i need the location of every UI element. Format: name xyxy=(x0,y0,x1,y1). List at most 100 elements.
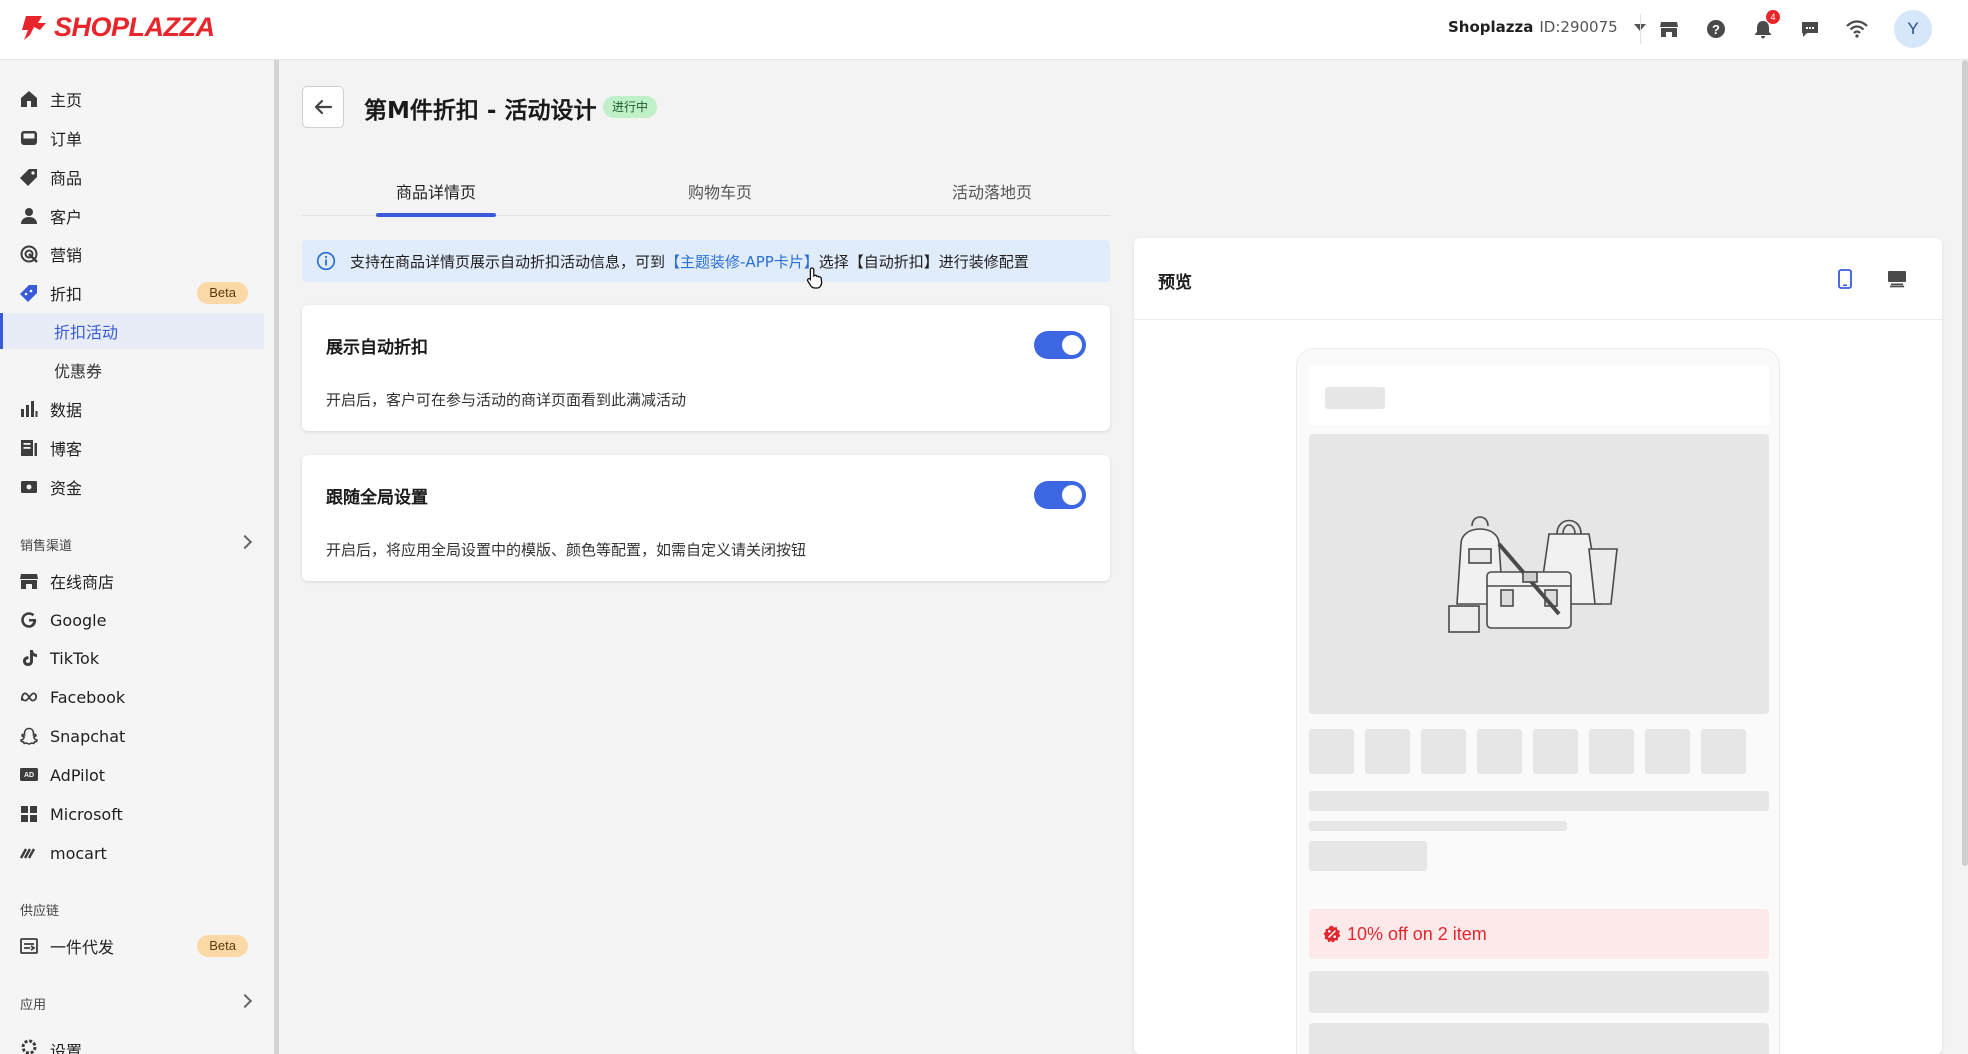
store-name: Shoplazza xyxy=(1448,18,1534,36)
inbox-icon xyxy=(20,129,38,147)
preview-title: 预览 xyxy=(1158,273,1192,293)
sidebar-subitem-coupons[interactable]: 优惠券 xyxy=(0,352,264,388)
mocart-icon xyxy=(20,844,38,862)
hand-cursor-icon xyxy=(806,267,823,289)
card-description: 开启后，客户可在参与活动的商详页面看到此满减活动 xyxy=(326,391,687,409)
shoplazza-logo[interactable]: SHOPLAZZA xyxy=(20,12,215,43)
sidebar-subitem-discount-campaigns[interactable]: 折扣活动 xyxy=(0,313,264,349)
store-id: ID:290075 xyxy=(1539,18,1618,36)
tab-product-detail[interactable]: 商品详情页 xyxy=(376,166,496,217)
sidebar-subitem-label: 优惠券 xyxy=(54,362,103,381)
sidebar-channel-online-store[interactable]: 在线商店 xyxy=(0,563,264,599)
sidebar-item-label: 折扣 xyxy=(50,285,83,304)
svg-text:AD: AD xyxy=(24,772,34,779)
store-switcher[interactable]: Shoplazza ID:290075 xyxy=(1448,18,1646,36)
section-label-apps: 应用 xyxy=(20,998,47,1013)
mobile-icon[interactable] xyxy=(1834,268,1856,290)
page-scrollbar[interactable] xyxy=(1962,60,1968,866)
sidebar-item-orders[interactable]: 订单 xyxy=(0,120,264,156)
chat-icon[interactable] xyxy=(1797,16,1823,42)
thumbnail xyxy=(1421,729,1466,774)
tab-cart[interactable]: 购物车页 xyxy=(660,166,780,216)
sidebar-channel-facebook[interactable]: Facebook xyxy=(0,679,264,715)
wifi-icon[interactable] xyxy=(1844,16,1870,42)
follow-global-settings-card: 跟随全局设置 开启后，将应用全局设置中的模版、颜色等配置，如需自定义请关闭按钮 xyxy=(302,455,1110,581)
snapchat-icon xyxy=(20,727,38,745)
bell-icon[interactable]: 4 xyxy=(1750,10,1780,42)
skeleton-logo xyxy=(1325,387,1385,409)
sidebar-item-label: 数据 xyxy=(50,401,83,420)
sidebar-item-finance[interactable]: 资金 xyxy=(0,469,264,505)
sidebar-item-products[interactable]: 商品 xyxy=(0,159,264,195)
sidebar-subitem-label: 折扣活动 xyxy=(54,323,119,342)
beta-badge: Beta xyxy=(197,282,248,304)
preview-header: 预览 xyxy=(1134,238,1942,320)
tab-label: 商品详情页 xyxy=(395,183,476,202)
sidebar-item-home[interactable]: 主页 xyxy=(0,81,264,117)
tab-landing-page[interactable]: 活动落地页 xyxy=(922,166,1062,216)
sidebar-item-label: 资金 xyxy=(50,479,83,498)
sidebar-channel-tiktok[interactable]: TikTok xyxy=(0,640,264,676)
sidebar-channel-adpilot[interactable]: AD AdPilot xyxy=(0,757,264,793)
follow-global-settings-toggle[interactable] xyxy=(1034,481,1086,509)
info-text-after: 选择【自动折扣】进行装修配置 xyxy=(818,252,1029,271)
microsoft-icon xyxy=(20,805,38,823)
sidebar-item-marketing[interactable]: 营销 xyxy=(0,236,264,272)
tag-icon xyxy=(20,168,38,186)
thumbnail xyxy=(1365,729,1410,774)
theme-app-card-link[interactable]: 【主题装修-APP卡片】 xyxy=(665,251,819,272)
store-icon[interactable] xyxy=(1656,16,1682,42)
sidebar-channel-mocart[interactable]: mocart xyxy=(0,835,264,871)
sidebar-item-label: 商品 xyxy=(50,169,83,188)
sidebar-item-blog[interactable]: 博客 xyxy=(0,430,264,466)
thumbnail xyxy=(1477,729,1522,774)
sidebar-channel-google[interactable]: Google xyxy=(0,602,264,638)
target-icon xyxy=(20,245,38,263)
phone-preview-frame: 10% off on 2 item xyxy=(1296,348,1780,1054)
avatar[interactable]: Y xyxy=(1894,10,1932,48)
thumbnail xyxy=(1309,729,1354,774)
google-icon xyxy=(20,611,38,629)
info-banner: 支持在商品详情页展示自动折扣活动信息，可到 【主题装修-APP卡片】 选择【自动… xyxy=(302,240,1110,282)
show-auto-discount-toggle[interactable] xyxy=(1034,331,1086,359)
ad-icon: AD xyxy=(20,766,38,784)
sidebar-item-label: 博客 xyxy=(50,440,83,459)
product-image-placeholder xyxy=(1309,434,1769,714)
top-bar: SHOPLAZZA Shoplazza ID:290075 ? 4 Y xyxy=(0,0,1968,60)
person-icon xyxy=(20,207,38,225)
dropship-icon xyxy=(20,937,38,955)
sidebar-channel-microsoft[interactable]: Microsoft xyxy=(0,796,264,832)
back-button[interactable] xyxy=(302,86,344,128)
sidebar-item-settings[interactable]: 设置 xyxy=(0,1038,264,1054)
blog-icon xyxy=(20,439,38,457)
skeleton-price xyxy=(1309,841,1427,871)
sidebar-scrollbar[interactable] xyxy=(274,60,279,1054)
gear-icon xyxy=(20,1038,38,1054)
bags-illustration-icon xyxy=(1448,516,1618,633)
skeleton-title xyxy=(1309,791,1769,811)
skeleton-button xyxy=(1309,1023,1769,1054)
help-icon[interactable]: ? xyxy=(1703,16,1729,42)
sidebar-item-dropshipping[interactable]: 一件代发 Beta xyxy=(0,928,264,964)
sidebar-item-label: 在线商店 xyxy=(50,573,115,592)
promo-text: 10% off on 2 item xyxy=(1347,923,1487,944)
tiktok-icon xyxy=(20,649,38,667)
sidebar-item-label: mocart xyxy=(50,843,107,863)
tab-bar: 商品详情页 购物车页 活动落地页 xyxy=(302,166,1110,217)
thumbnail xyxy=(1645,729,1690,774)
sidebar-item-discounts[interactable]: 折扣 Beta xyxy=(0,275,264,311)
thumbnail xyxy=(1589,729,1634,774)
arrow-left-icon xyxy=(314,99,333,115)
divider xyxy=(1640,14,1641,44)
sidebar-item-label: 设置 xyxy=(50,1042,83,1054)
sidebar-item-label: 营销 xyxy=(50,246,83,265)
thumbnail xyxy=(1533,729,1578,774)
desktop-icon[interactable] xyxy=(1886,268,1908,290)
store-icon xyxy=(20,572,38,590)
sidebar-item-analytics[interactable]: 数据 xyxy=(0,391,264,427)
sidebar-item-label: TikTok xyxy=(50,648,100,668)
sidebar-channel-snapchat[interactable]: Snapchat xyxy=(0,718,264,754)
sidebar-item-label: AdPilot xyxy=(50,765,106,785)
status-badge: 进行中 xyxy=(603,96,658,118)
sidebar-item-customers[interactable]: 客户 xyxy=(0,198,264,234)
